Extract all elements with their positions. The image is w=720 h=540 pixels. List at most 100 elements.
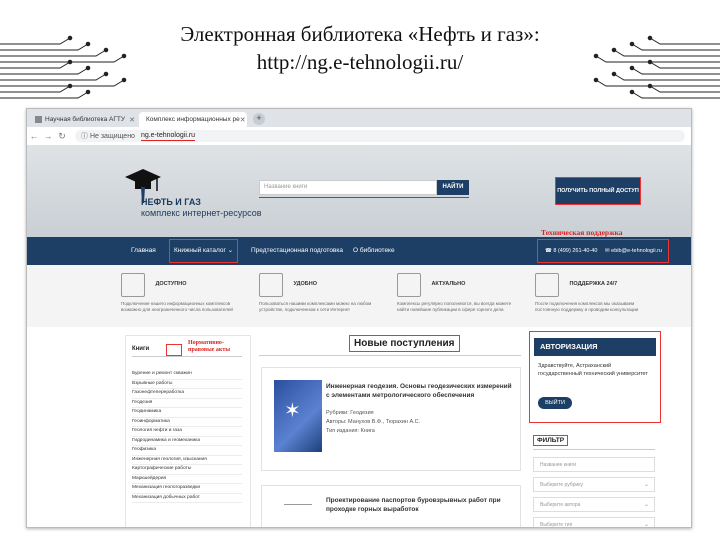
reload-icon[interactable]: ↻ xyxy=(55,131,69,142)
feature-text: После подключения комплексов мы оказывае… xyxy=(535,301,639,312)
sidebar-item[interactable]: Маркшейдерия xyxy=(132,475,242,484)
star-icon: ✶ xyxy=(284,400,301,422)
close-icon[interactable]: ✕ xyxy=(240,116,246,124)
features-row: ДОСТУПНО Подключение нашего информационн… xyxy=(27,265,691,327)
filter-rubric-select[interactable]: Выберите рубрику ⌄ xyxy=(533,477,655,492)
feature-title: АКТУАЛЬНО xyxy=(431,281,466,287)
new-arrivals-title: Новые поступления xyxy=(349,335,460,352)
feature-text: Пользоваться нашими комплексами можно на… xyxy=(259,301,372,312)
url-input[interactable]: ⓘ Не защищено ng.e-tehnologii.ru xyxy=(75,130,685,142)
book-authors: Авторы: Манухов В.Ф., Тюрахин А.С. xyxy=(326,419,421,425)
book-cover-placeholder xyxy=(284,504,312,505)
sidebar-item[interactable]: Инженерная геология, изыскания xyxy=(132,456,242,465)
new-arrivals: Новые поступления ✶ Инженерная геодезия.… xyxy=(259,331,521,527)
info-icon[interactable]: ⓘ xyxy=(81,131,88,141)
menu-home[interactable]: Главная xyxy=(131,237,156,265)
devices-icon xyxy=(259,273,283,297)
full-access-button[interactable]: ПОЛУЧИТЬ ПОЛНЫЙ ДОСТУП xyxy=(555,177,641,205)
book-title[interactable]: Инженерная геодезия. Основы геодезически… xyxy=(326,382,514,400)
book-rubric: Рубрики: Геодезия xyxy=(326,410,374,416)
slide-title-url: http://ng.e-tehnologii.ru/ xyxy=(256,50,464,74)
menu-about[interactable]: О библиотеке xyxy=(353,237,395,265)
filter-type-select[interactable]: Выберите тип ⌄ xyxy=(533,517,655,528)
book-card[interactable]: ✶ Инженерная геодезия. Основы геодезичес… xyxy=(261,367,521,471)
chevron-down-icon: ⌄ xyxy=(643,482,649,488)
menu-catalog[interactable]: Книжный каталог ⌄ xyxy=(169,239,239,263)
sidebar-item[interactable]: Бурение и ремонт скважин xyxy=(132,370,242,380)
address-bar: ← → ↻ ⓘ Не защищено ng.e-tehnologii.ru xyxy=(27,127,691,146)
feature-title: УДОБНО xyxy=(293,281,317,287)
sidebar-item[interactable]: Геология нефти и газа xyxy=(132,427,242,437)
logo-name[interactable]: НЕФТЬ И ГАЗ xyxy=(141,197,201,207)
search-highlight xyxy=(259,197,469,198)
feature-title: ПОДДЕРЖКА 24/7 xyxy=(569,281,618,287)
filter-author-select[interactable]: Выберите автора ⌄ xyxy=(533,497,655,512)
sidebar-heading[interactable]: Книги xyxy=(132,346,149,352)
book-card[interactable]: Проектирование паспортов буровзрывных ра… xyxy=(261,485,521,527)
sidebar-item[interactable]: Картографические работы xyxy=(132,465,242,475)
site-header: НЕФТЬ И ГАЗ комплекс интернет-ресурсов Н… xyxy=(27,145,691,237)
sidebar-item[interactable]: Геоинформатика xyxy=(132,418,242,427)
forward-icon[interactable]: → xyxy=(41,131,55,141)
sidebar-tab-highlight[interactable] xyxy=(166,344,182,356)
book-title[interactable]: Проектирование паспортов буровзрывных ра… xyxy=(326,496,514,514)
sidebar-item[interactable]: Взрывные работы xyxy=(132,380,242,389)
filter-heading: ФИЛЬТР xyxy=(533,435,569,446)
right-panel: АВТОРИЗАЦИЯ Здравствуйте, Астраханский г… xyxy=(529,331,661,528)
support-icon xyxy=(535,273,559,297)
filter-title-input[interactable]: Название книги xyxy=(533,457,655,472)
tab-bar: Научная библиотека АГТУ ✕ Комплекс инфор… xyxy=(27,109,691,127)
select-value: Выберите автора xyxy=(540,502,581,508)
security-status: Не защищено xyxy=(89,132,135,140)
new-tab-button[interactable]: + xyxy=(253,113,265,125)
slide-title-line1: Электронная библиотека «Нефть и газ»: xyxy=(180,22,540,46)
tab-library[interactable]: Научная библиотека АГТУ ✕ xyxy=(31,112,139,127)
divider xyxy=(132,356,242,357)
search-input[interactable]: Название книги xyxy=(259,180,437,195)
feature-text: Комплексы регулярно пополняются, вы всег… xyxy=(397,301,512,312)
favicon-icon xyxy=(35,116,42,123)
url-text: ng.e-tehnologii.ru xyxy=(140,131,196,141)
catalog-sidebar: Книги Нормативно-правовые акты Бурение и… xyxy=(125,335,251,527)
select-value: Выберите тип xyxy=(540,522,573,528)
sidebar-item[interactable]: Гидродинамика и геомеханика xyxy=(132,437,242,446)
paper-plane-icon xyxy=(397,273,421,297)
menu-catalog-label: Книжный каталог xyxy=(174,247,226,254)
book-type: Тип издания: Книга xyxy=(326,428,375,434)
feature-actual: АКТУАЛЬНО Комплексы регулярно пополняютс… xyxy=(397,273,517,313)
sidebar-list: Бурение и ремонт скважин Взрывные работы… xyxy=(132,370,242,503)
sidebar-item[interactable]: Газонефтепереработка xyxy=(132,389,242,399)
sidebar-item[interactable]: Механизация геологоразведки xyxy=(132,484,242,494)
close-icon[interactable]: ✕ xyxy=(129,116,135,124)
divider xyxy=(259,355,521,356)
contact-highlight xyxy=(537,239,669,263)
sidebar-item[interactable]: Геодезия xyxy=(132,399,242,408)
feature-title: ДОСТУПНО xyxy=(155,281,187,287)
tab-label: Научная библиотека АГТУ xyxy=(45,116,125,123)
back-icon[interactable]: ← xyxy=(27,131,41,141)
normative-annotation: Нормативно-правовые акты xyxy=(188,340,231,353)
feature-support: ПОДДЕРЖКА 24/7 После подключения комплек… xyxy=(535,273,655,313)
logo-subtitle: комплекс интернет-ресурсов xyxy=(141,208,262,218)
menu-preparation[interactable]: Предтестационная подготовка xyxy=(251,237,343,265)
feature-text: Подключение нашего информационных компле… xyxy=(121,301,233,312)
logout-button[interactable]: ВЫЙТИ xyxy=(538,397,572,409)
sidebar-item[interactable]: Геофизика xyxy=(132,446,242,456)
slide-title: Электронная библиотека «Нефть и газ»: ht… xyxy=(110,20,610,76)
sidebar-item[interactable]: Геодинамика xyxy=(132,408,242,418)
sidebar-item[interactable]: Механизация добычных работ xyxy=(132,494,242,503)
chevron-down-icon: ⌄ xyxy=(643,522,649,528)
network-icon xyxy=(121,273,145,297)
auth-greeting: Здравствуйте, Астраханский государственн… xyxy=(538,363,648,377)
divider xyxy=(533,449,655,450)
tab-complex[interactable]: Комплекс информационных ре ✕ xyxy=(139,112,247,127)
feature-convenient: УДОБНО Пользоваться нашими комплексами м… xyxy=(259,273,379,313)
support-annotation: Техническая поддержка xyxy=(541,228,623,237)
chevron-down-icon: ⌄ xyxy=(643,502,649,508)
browser-screenshot: Научная библиотека АГТУ ✕ Комплекс инфор… xyxy=(26,108,692,528)
select-value: Выберите рубрику xyxy=(540,482,583,488)
auth-panel: АВТОРИЗАЦИЯ Здравствуйте, Астраханский г… xyxy=(529,331,661,423)
feature-available: ДОСТУПНО Подключение нашего информационн… xyxy=(121,273,241,313)
search-button[interactable]: НАЙТИ xyxy=(437,180,469,195)
book-cover[interactable]: ✶ xyxy=(274,380,322,452)
